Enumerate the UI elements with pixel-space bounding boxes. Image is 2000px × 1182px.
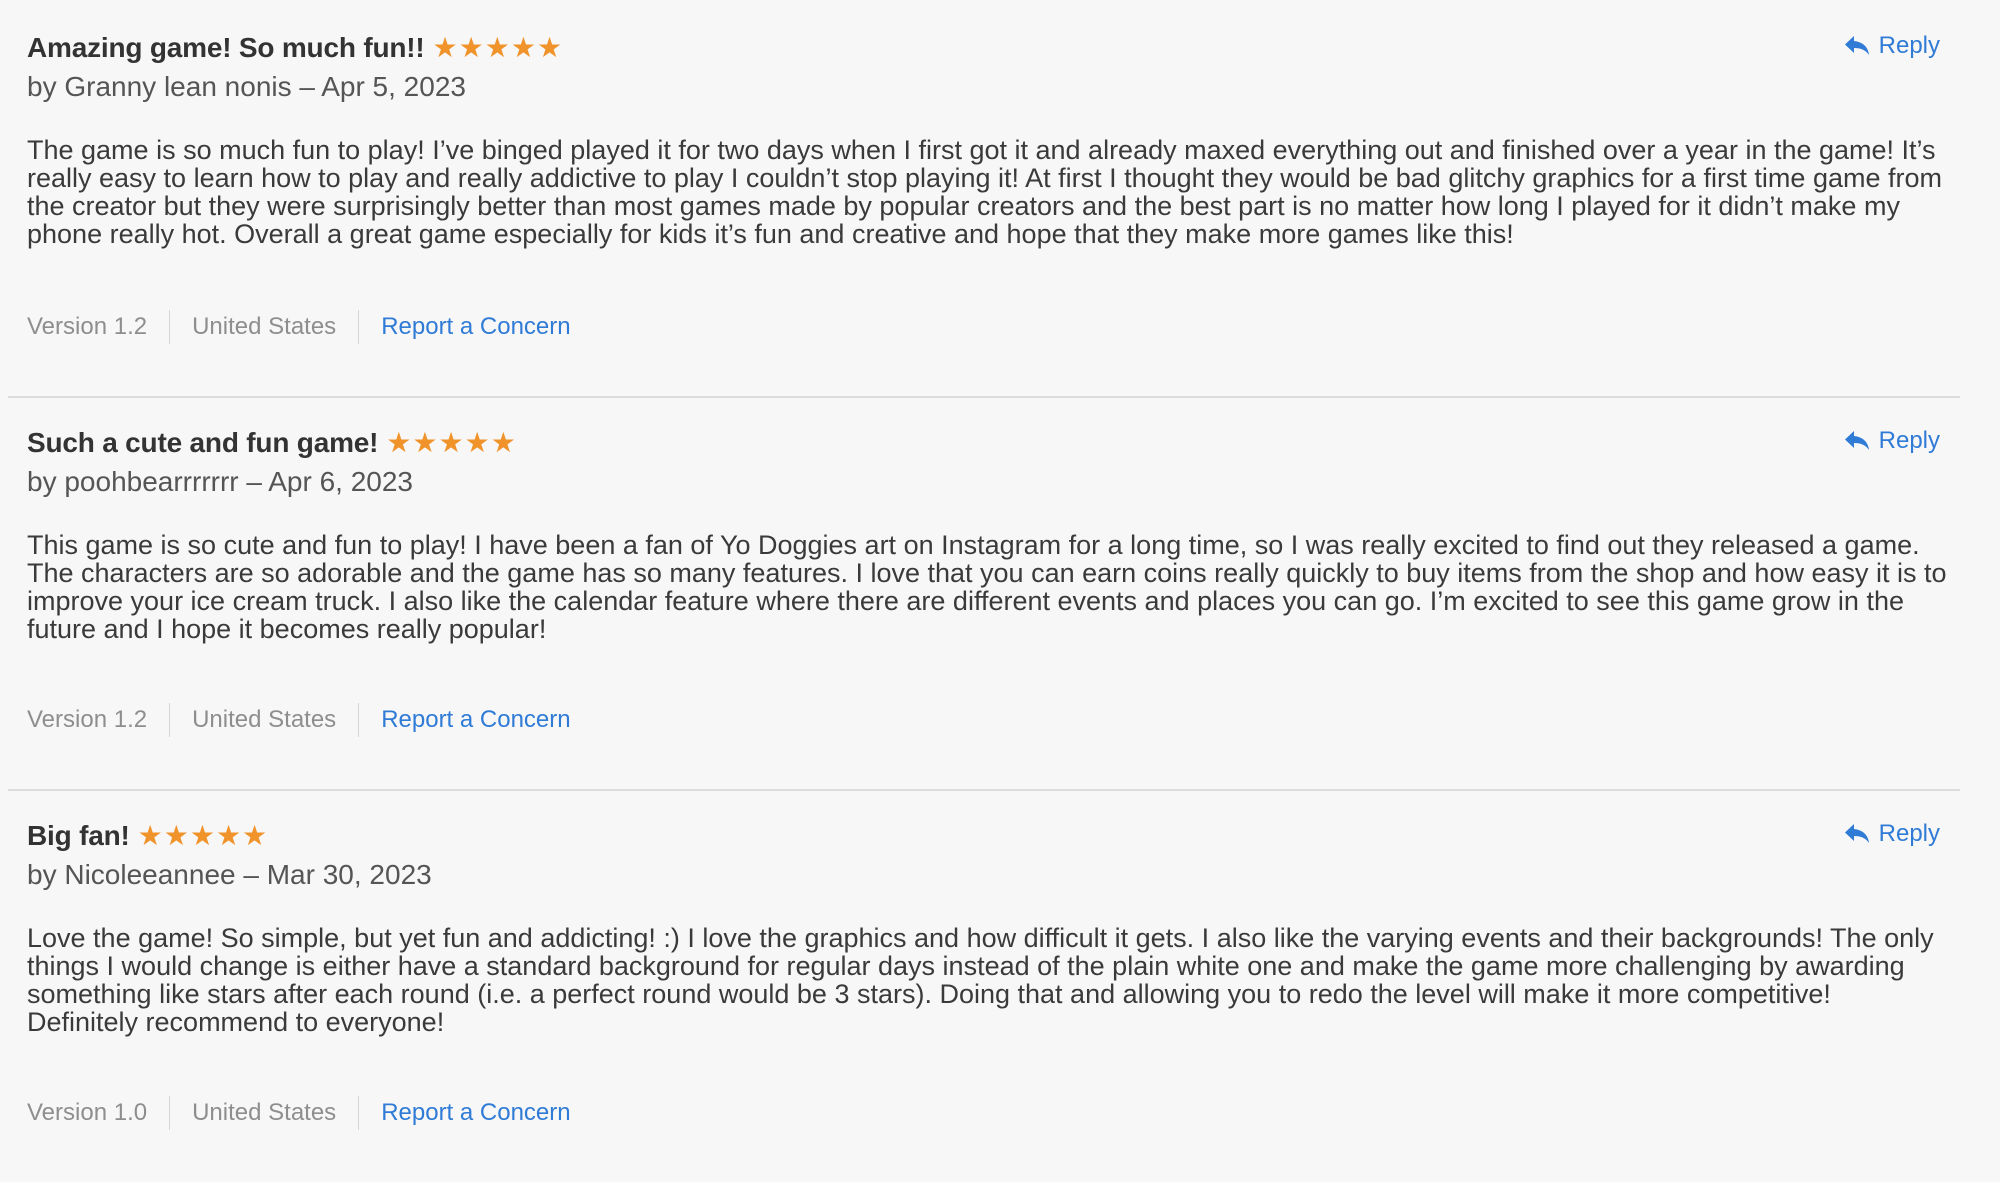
star-icon: ★: [163, 819, 189, 852]
meta-divider: [358, 703, 360, 737]
meta-divider: [169, 1096, 171, 1130]
review-card: Big fan! ★ ★ ★ ★ ★ by Nicoleeannee – Mar…: [0, 788, 2000, 1182]
star-icon: ★: [438, 426, 464, 459]
review-title: Big fan!: [27, 820, 130, 851]
star-icon: ★: [242, 819, 268, 852]
review-body: This game is so cute and fun to play! I …: [27, 530, 1947, 644]
review-version: Version 1.2: [27, 706, 148, 733]
star-rating: ★ ★ ★ ★ ★: [386, 429, 516, 457]
review-title-row: Amazing game! So much fun!! ★ ★ ★ ★ ★: [27, 28, 562, 68]
reply-arrow-icon: [1844, 36, 1869, 55]
reply-arrow-icon: [1844, 431, 1869, 450]
reply-label: Reply: [1878, 32, 1940, 59]
review-title: Amazing game! So much fun!!: [27, 32, 425, 63]
star-icon: ★: [490, 426, 516, 459]
review-meta: Version 1.2 United States Report a Conce…: [27, 703, 571, 737]
star-icon: ★: [386, 426, 412, 459]
star-icon: ★: [536, 31, 563, 64]
star-icon: ★: [137, 819, 163, 852]
review-title-row: Such a cute and fun game! ★ ★ ★ ★ ★: [27, 423, 516, 463]
star-rating: ★ ★ ★ ★ ★: [138, 822, 268, 850]
star-rating: ★ ★ ★ ★ ★: [433, 34, 563, 62]
reply-button[interactable]: Reply: [1843, 32, 1940, 60]
review-meta: Version 1.2 United States Report a Conce…: [27, 310, 571, 344]
review-card: Amazing game! So much fun!! ★ ★ ★ ★ ★ by…: [0, 0, 2000, 398]
star-icon: ★: [458, 31, 484, 64]
meta-divider: [169, 310, 171, 344]
star-icon: ★: [464, 426, 490, 459]
star-icon: ★: [432, 31, 458, 64]
review-list: Amazing game! So much fun!! ★ ★ ★ ★ ★ by…: [0, 0, 2000, 1153]
review-title-row: Big fan! ★ ★ ★ ★ ★: [27, 816, 267, 856]
review-byline: by poohbearrrrrrr – Apr 6, 2023: [27, 466, 413, 497]
report-concern-link[interactable]: Report a Concern: [381, 706, 570, 734]
review-title: Such a cute and fun game!: [27, 427, 379, 458]
report-concern-link[interactable]: Report a Concern: [381, 1099, 570, 1127]
review-version: Version 1.2: [27, 313, 148, 340]
star-icon: ★: [189, 819, 215, 852]
star-icon: ★: [412, 426, 438, 459]
meta-divider: [358, 1096, 360, 1130]
review-body: Love the game! So simple, but yet fun an…: [27, 923, 1934, 1037]
star-icon: ★: [215, 819, 242, 852]
review-country: United States: [192, 706, 337, 733]
meta-divider: [169, 703, 171, 737]
reply-arrow-icon: [1844, 824, 1869, 843]
review-body: The game is so much fun to play! I’ve bi…: [27, 135, 1942, 249]
report-concern-link[interactable]: Report a Concern: [381, 313, 570, 341]
star-icon: ★: [510, 31, 536, 64]
review-version: Version 1.0: [27, 1099, 148, 1126]
review-country: United States: [192, 1099, 337, 1126]
review-card: Such a cute and fun game! ★ ★ ★ ★ ★ by p…: [0, 395, 2000, 791]
review-byline: by Granny lean nonis – Apr 5, 2023: [27, 71, 466, 102]
reply-button[interactable]: Reply: [1843, 820, 1940, 848]
review-meta: Version 1.0 United States Report a Conce…: [27, 1096, 571, 1130]
review-byline: by Nicoleeannee – Mar 30, 2023: [27, 859, 432, 890]
review-country: United States: [192, 313, 337, 340]
reply-label: Reply: [1878, 820, 1940, 847]
meta-divider: [358, 310, 360, 344]
star-icon: ★: [484, 31, 510, 64]
reply-button[interactable]: Reply: [1843, 427, 1940, 455]
reply-label: Reply: [1878, 427, 1940, 454]
